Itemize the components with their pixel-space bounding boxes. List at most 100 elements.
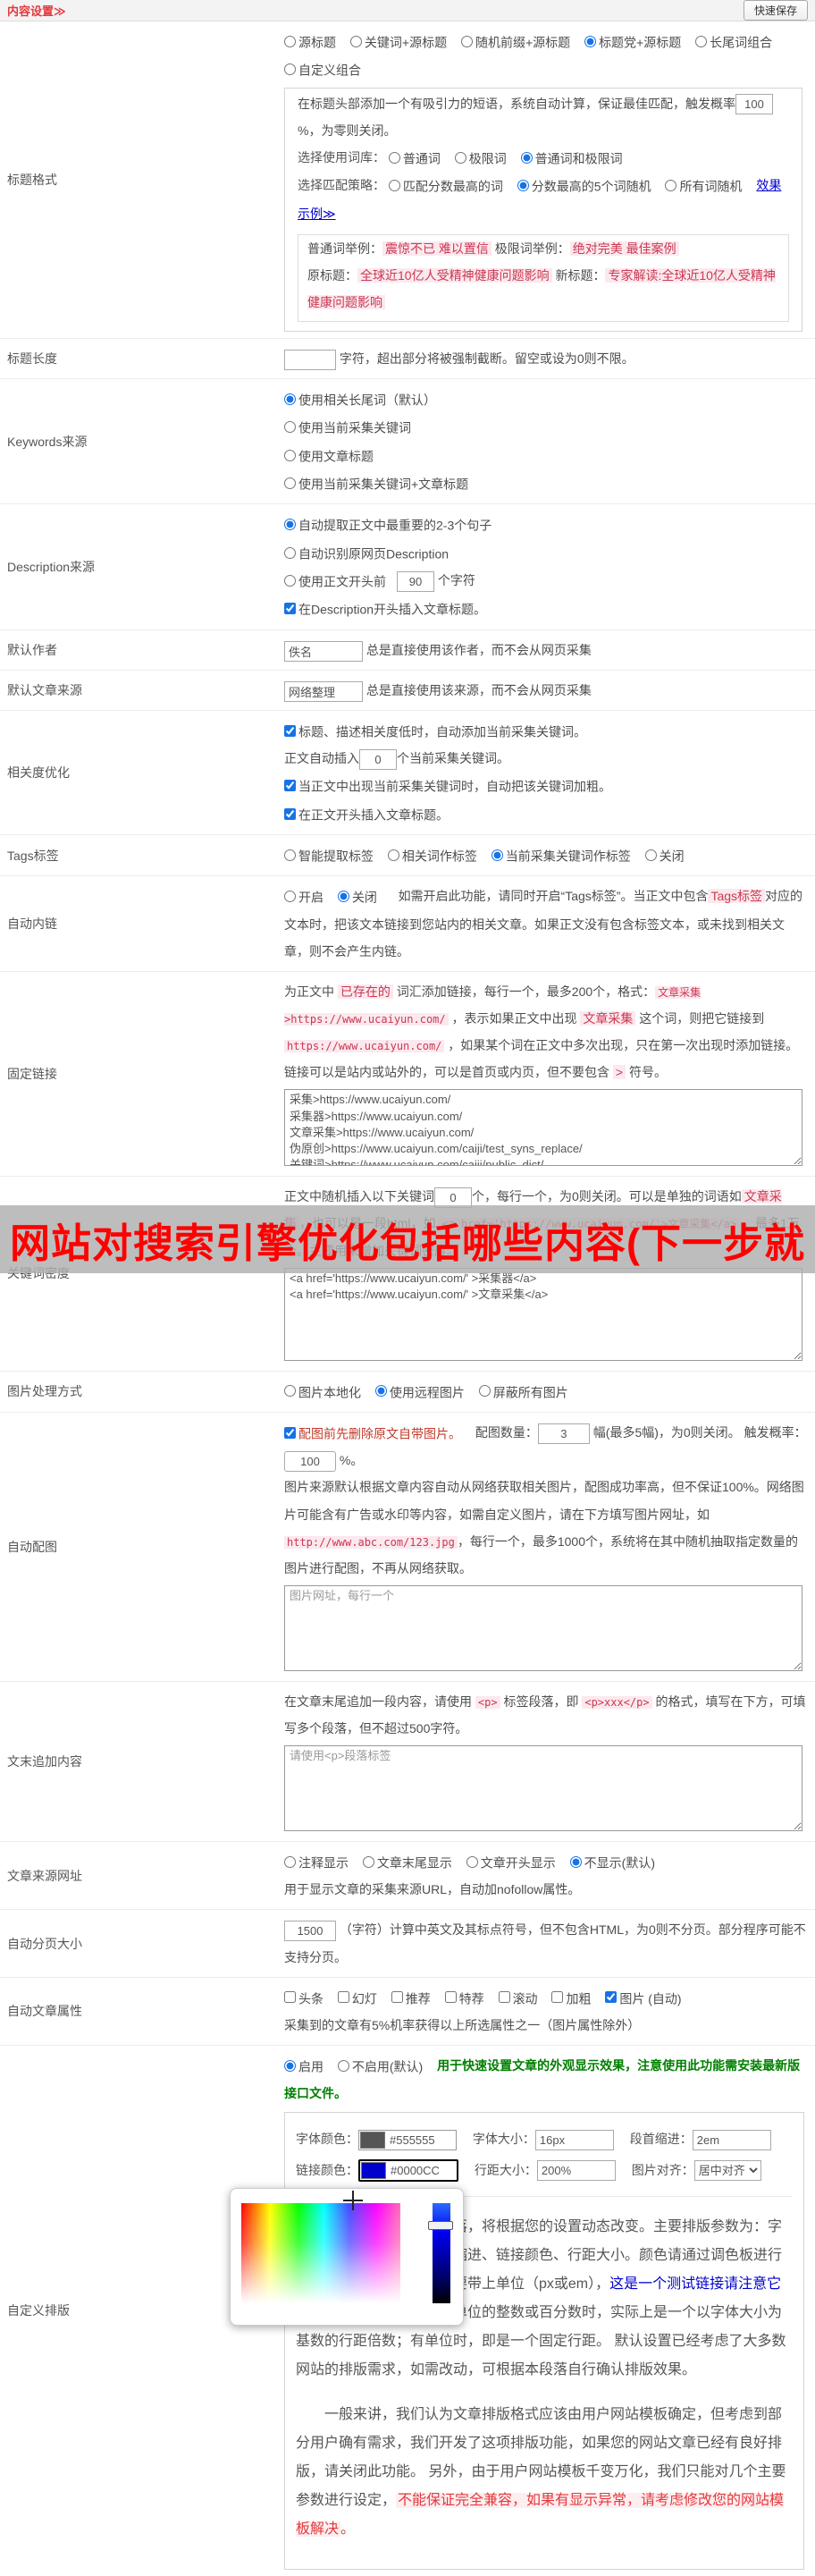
radio-innerlink-on[interactable]: 开启 (284, 889, 323, 903)
radio-source-comment[interactable]: 注释显示 (284, 1854, 349, 1869)
radio-current-keyword-tags[interactable]: 当前采集关键词作标签 (492, 848, 631, 862)
color-hue-handle[interactable] (428, 2221, 453, 2230)
checkbox-attr-bold[interactable]: 加粗 (551, 1990, 591, 2005)
checkbox-attr-special[interactable]: 特荐 (445, 1990, 484, 2005)
checkbox-attr-image[interactable]: 图片 (自动) (605, 1990, 681, 2005)
radio-top5-random-input[interactable] (517, 180, 529, 191)
checkbox-delete-original-images[interactable]: 配图前先删除原文自带图片。 (284, 1425, 461, 1440)
font-size-input[interactable] (535, 2130, 614, 2150)
radio-related-longtail-input[interactable] (284, 393, 296, 405)
radio-highest-score[interactable]: 匹配分数最高的词 (389, 178, 503, 192)
default-author-input[interactable] (284, 641, 363, 662)
radio-tags-off[interactable]: 关闭 (645, 848, 685, 862)
radio-source-end[interactable]: 文章末尾显示 (363, 1854, 452, 1869)
title-length-input[interactable] (284, 350, 336, 370)
radio-all-random-input[interactable] (665, 180, 676, 191)
radio-innerlink-on-input[interactable] (284, 891, 296, 902)
checkbox-attr-recommend[interactable]: 推荐 (391, 1990, 431, 2005)
radio-remote-images-input[interactable] (375, 1385, 387, 1397)
radio-normal-words[interactable]: 普通词 (389, 150, 441, 165)
radio-source-title-input[interactable] (284, 36, 296, 47)
line-height-input[interactable] (537, 2160, 616, 2181)
radio-custom-combo[interactable]: 自定义组合 (284, 62, 361, 76)
radio-both-words[interactable]: 普通词和极限词 (521, 150, 623, 165)
radio-localize-images-input[interactable] (284, 1385, 296, 1397)
checkbox-insert-title-description[interactable]: 在Description开头插入文章标题。 (284, 601, 486, 615)
checkbox-attr-slide[interactable]: 幻灯 (338, 1990, 377, 2005)
checkbox-attr-headline[interactable]: 头条 (284, 1990, 323, 2005)
checkbox-attr-scroll[interactable]: 滚动 (499, 1990, 538, 2005)
radio-tags-off-input[interactable] (645, 849, 657, 861)
radio-prefix-title[interactable]: 随机前缀+源标题 (461, 34, 570, 48)
checkbox-attr-scroll-input[interactable] (499, 1991, 510, 2003)
checkbox-bold-keywords[interactable]: 当正文中出现当前采集关键词时，自动把该关键词加粗。 (284, 778, 611, 792)
radio-original-description-input[interactable] (284, 547, 296, 559)
indent-input[interactable] (693, 2130, 771, 2150)
radio-clickbait-title-input[interactable] (584, 36, 596, 47)
image-count-input[interactable] (538, 1423, 590, 1444)
quick-save-button[interactable]: 快速保存 (744, 0, 808, 21)
radio-current-keywords[interactable]: 使用当前采集关键词 (284, 419, 411, 434)
font-color-input[interactable] (386, 2132, 456, 2149)
checkbox-attr-slide-input[interactable] (338, 1991, 349, 2003)
font-color-swatch[interactable] (360, 2132, 385, 2149)
color-picker-crosshair[interactable] (343, 2191, 363, 2210)
radio-current-keywords-input[interactable] (284, 421, 296, 433)
radio-auto-extract[interactable]: 自动提取正文中最重要的2-3个句子 (284, 517, 492, 531)
radio-typo-enable-input[interactable] (284, 2060, 296, 2072)
link-color-input[interactable] (387, 2162, 457, 2180)
color-hue-slider[interactable] (433, 2203, 450, 2303)
radio-block-images[interactable]: 屏蔽所有图片 (479, 1384, 568, 1398)
radio-typo-disable[interactable]: 不启用(默认) (338, 2058, 423, 2073)
checkbox-attr-bold-input[interactable] (551, 1991, 563, 2003)
checkbox-low-relevance[interactable]: 标题、描述相关度低时，自动添加当前采集关键词。 (284, 723, 586, 738)
radio-source-start-input[interactable] (466, 1856, 478, 1868)
checkbox-low-relevance-input[interactable] (284, 725, 296, 737)
radio-original-description[interactable]: 自动识别原网页Description (284, 545, 449, 560)
radio-highest-score-input[interactable] (389, 180, 400, 191)
radio-keywords-plus-title-input[interactable] (284, 477, 296, 489)
radio-all-random[interactable]: 所有词随机 (665, 178, 742, 192)
default-origin-input[interactable] (284, 681, 363, 702)
radio-article-title[interactable]: 使用文章标题 (284, 448, 374, 462)
radio-source-start[interactable]: 文章开头显示 (466, 1854, 556, 1869)
radio-localize-images[interactable]: 图片本地化 (284, 1384, 361, 1398)
radio-related-word-tags-input[interactable] (388, 849, 399, 861)
checkbox-delete-original-images-input[interactable] (284, 1427, 296, 1439)
checkbox-attr-headline-input[interactable] (284, 1991, 296, 2003)
radio-auto-extract-input[interactable] (284, 519, 296, 530)
link-color-swatch[interactable] (361, 2162, 386, 2179)
radio-both-words-input[interactable] (521, 152, 533, 164)
radio-source-hidden[interactable]: 不显示(默认) (570, 1854, 655, 1869)
radio-prefix-title-input[interactable] (461, 36, 473, 47)
radio-typo-disable-input[interactable] (338, 2060, 349, 2072)
radio-normal-words-input[interactable] (389, 152, 400, 164)
radio-article-title-input[interactable] (284, 450, 296, 461)
radio-source-comment-input[interactable] (284, 1856, 296, 1868)
keyword-density-textarea[interactable]: <a href='https://www.ucaiyun.com/' >采集器<… (284, 1268, 802, 1361)
auto-image-textarea[interactable] (284, 1585, 802, 1671)
radio-top5-random[interactable]: 分数最高的5个词随机 (517, 178, 651, 192)
checkbox-insert-title-description-input[interactable] (284, 603, 296, 614)
radio-innerlink-off-input[interactable] (338, 891, 349, 902)
radio-first-chars-input[interactable] (284, 575, 296, 587)
radio-keyword-title-input[interactable] (350, 36, 362, 47)
radio-block-images-input[interactable] (479, 1385, 491, 1397)
radio-current-keyword-tags-input[interactable] (492, 849, 503, 861)
pagination-size-input[interactable] (284, 1921, 336, 1941)
radio-longtail-combo[interactable]: 长尾词组合 (695, 34, 772, 48)
radio-smart-tags-input[interactable] (284, 849, 296, 861)
image-probability-input[interactable] (284, 1451, 336, 1472)
first-chars-count-input[interactable] (397, 571, 434, 592)
radio-typo-enable[interactable]: 启用 (284, 2058, 323, 2073)
radio-innerlink-off[interactable]: 关闭 (338, 889, 377, 903)
color-saturation-square[interactable] (241, 2203, 400, 2303)
radio-clickbait-title[interactable]: 标题党+源标题 (584, 34, 681, 48)
radio-source-end-input[interactable] (363, 1856, 374, 1868)
radio-source-title[interactable]: 源标题 (284, 34, 336, 48)
checkbox-attr-special-input[interactable] (445, 1991, 457, 2003)
checkbox-attr-image-input[interactable] (605, 1991, 617, 2003)
checkbox-bold-keywords-input[interactable] (284, 780, 296, 791)
append-content-textarea[interactable] (284, 1745, 802, 1831)
radio-first-chars[interactable]: 使用正文开头前 (284, 573, 386, 587)
